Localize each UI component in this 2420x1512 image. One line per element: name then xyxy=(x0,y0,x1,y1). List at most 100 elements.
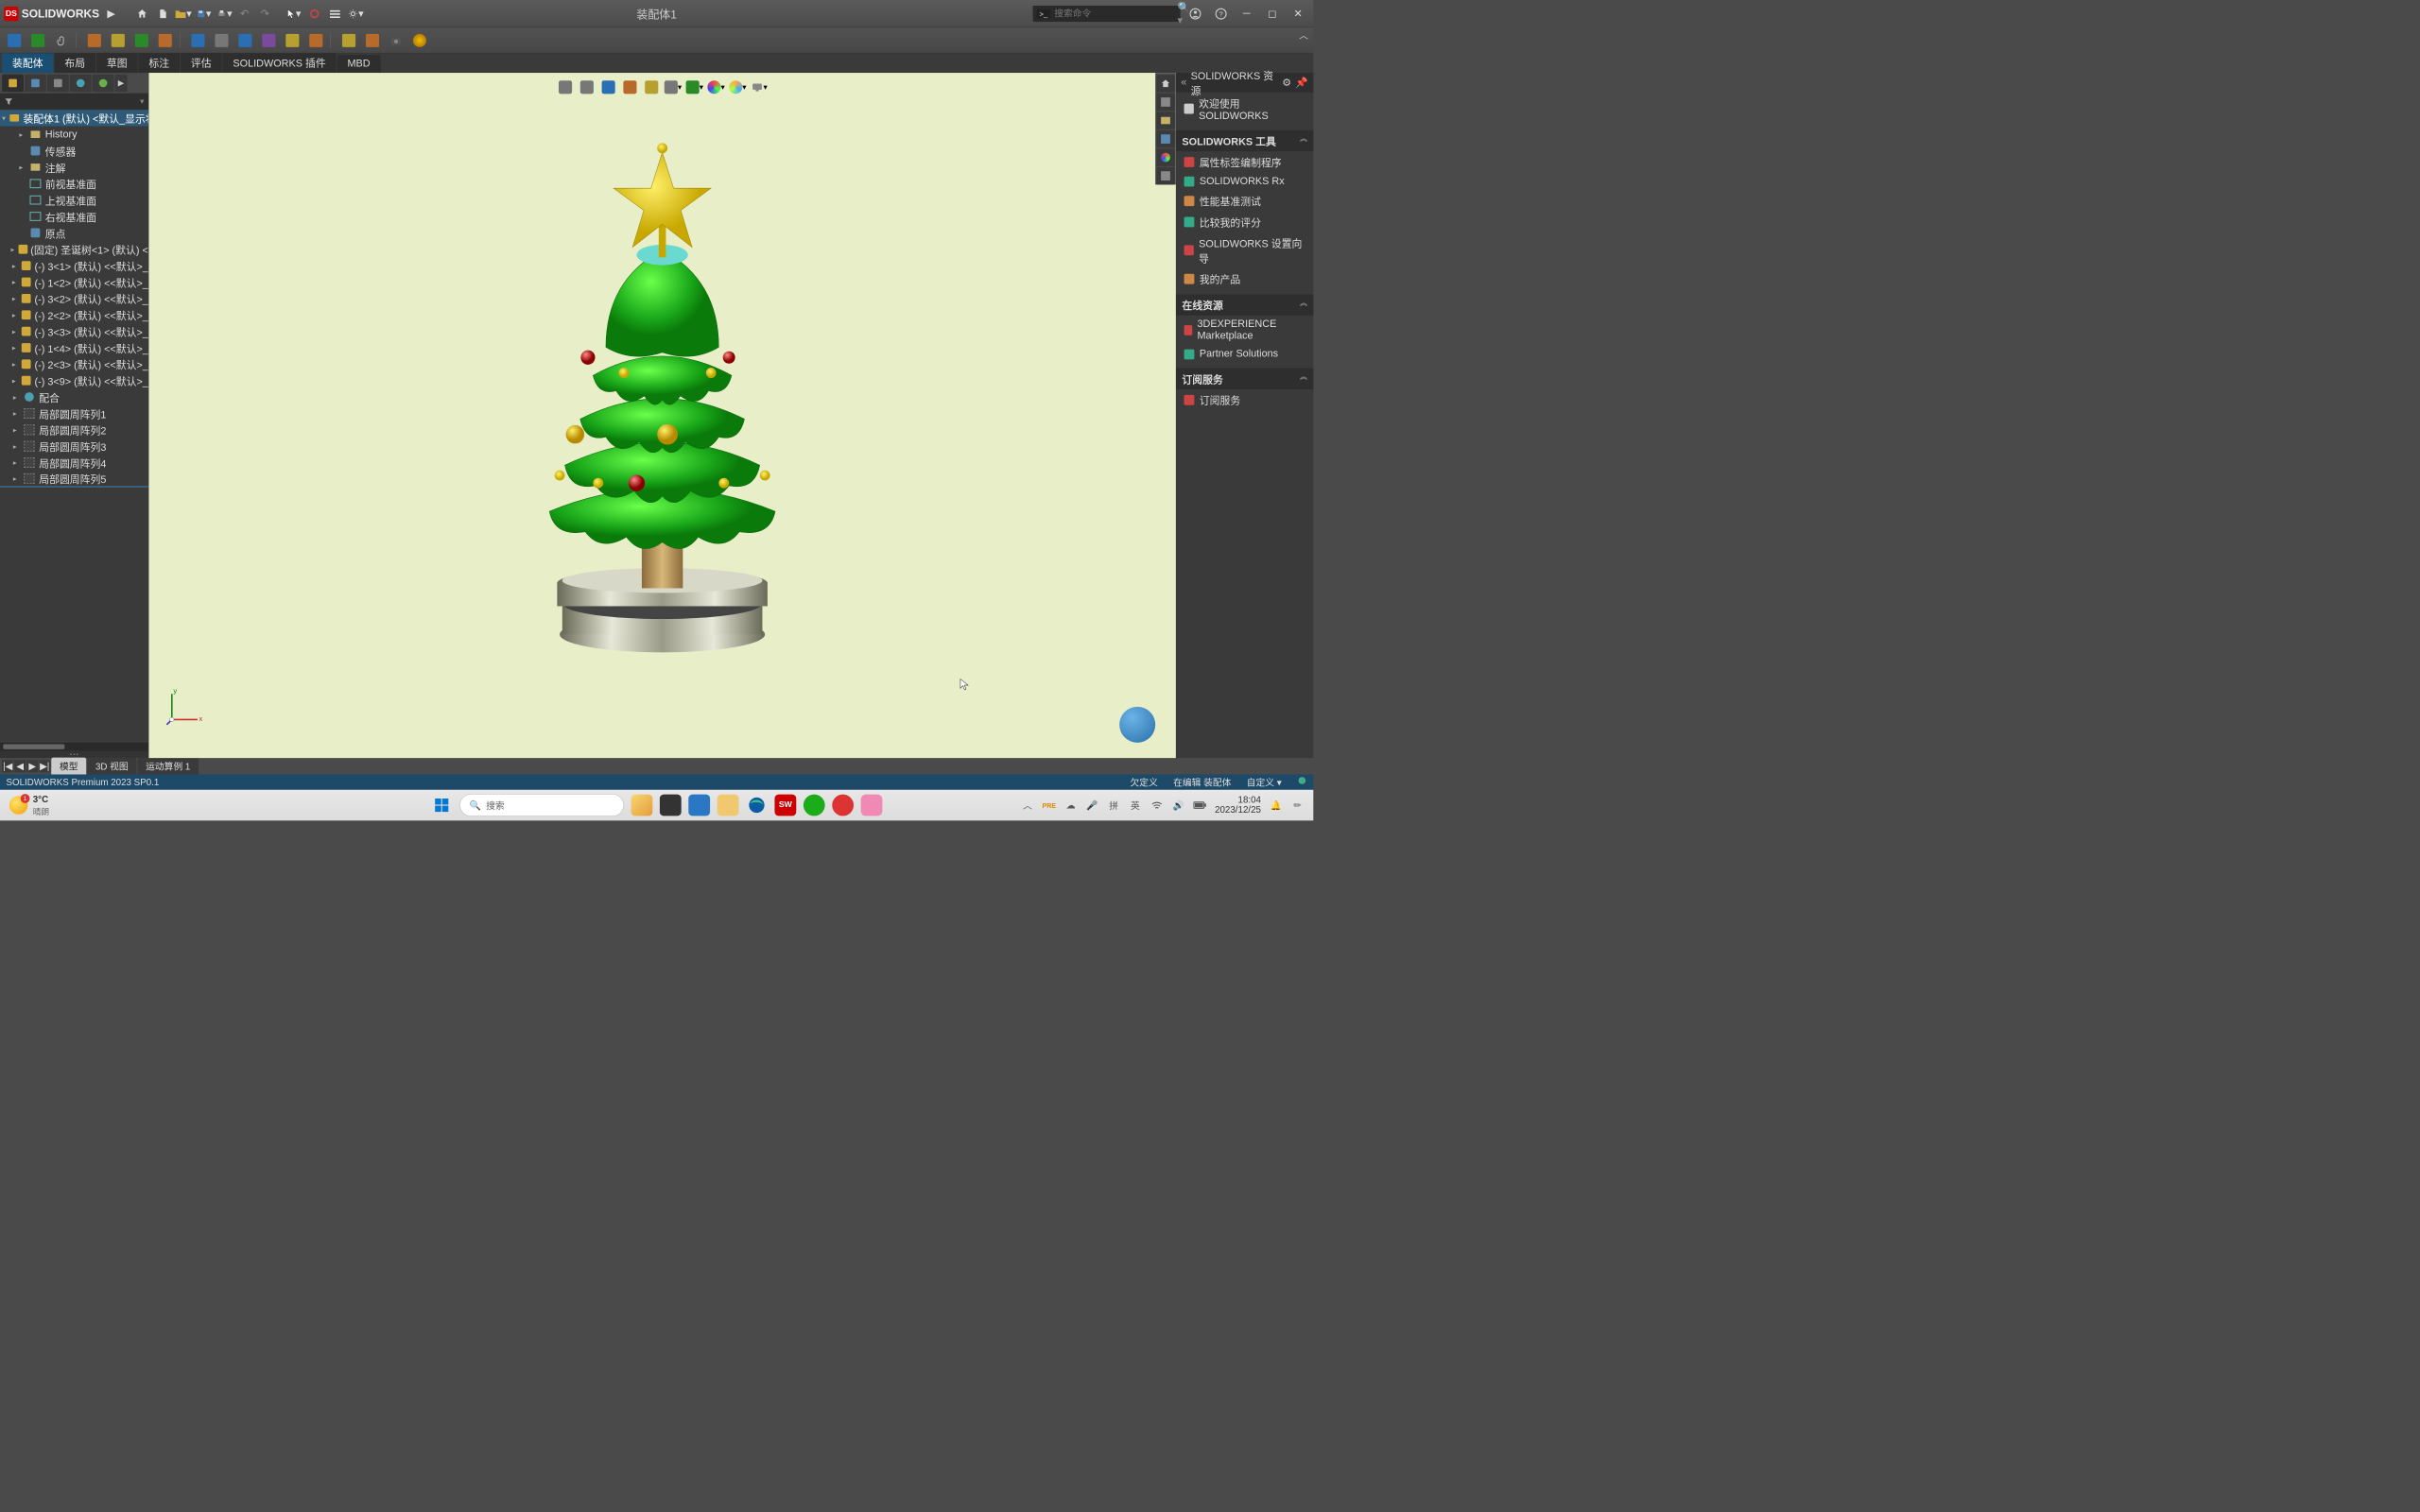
display-style-icon[interactable]: ▾ xyxy=(664,77,683,96)
tree-node[interactable]: ▸History xyxy=(0,127,148,143)
tree-node[interactable]: ▸注解 xyxy=(0,159,148,175)
bottom-tab-nav[interactable]: ▶| xyxy=(39,760,50,772)
taskpane-item[interactable]: 我的产品 xyxy=(1176,268,1313,289)
tree-node[interactable]: ▸(-) 3<9> (默认) <<默认>_ xyxy=(0,372,148,388)
ribbon-tab-1[interactable]: 布局 xyxy=(55,52,95,73)
taskpane-section-header[interactable]: 订阅服务︽ xyxy=(1176,369,1313,389)
tp-tab-view-palette[interactable] xyxy=(1156,130,1175,147)
taskpane-item[interactable]: 性能基准测试 xyxy=(1176,190,1313,211)
tray-ime-type[interactable]: 拼 xyxy=(1107,799,1120,812)
taskbar-app-pink[interactable] xyxy=(861,795,883,816)
collapse-ribbon-icon[interactable]: ︿ xyxy=(1299,28,1308,42)
options-list-icon[interactable] xyxy=(326,5,343,22)
bottom-tab-nav[interactable]: |◀ xyxy=(2,760,13,772)
play-icon[interactable]: ▶ xyxy=(102,5,119,22)
tool-interference[interactable] xyxy=(339,31,358,50)
print-icon[interactable]: ▾ xyxy=(216,5,233,22)
command-search[interactable]: >_ 🔍▾ xyxy=(1032,5,1181,22)
tray-onedrive-icon[interactable]: ☁ xyxy=(1064,799,1078,812)
tree-node[interactable]: 传感器 xyxy=(0,143,148,159)
tree-node[interactable]: ▸(-) 1<2> (默认) <<默认>_ xyxy=(0,274,148,290)
ribbon-tab-3[interactable]: 标注 xyxy=(139,52,180,73)
fm-tab-more[interactable]: ▶ xyxy=(115,75,128,92)
tree-root[interactable]: ▾ 装配体1 (默认) <默认_显示状态 xyxy=(0,110,148,126)
bottom-tab-nav[interactable]: ◀ xyxy=(14,760,26,772)
taskpane-item[interactable]: SOLIDWORKS Rx xyxy=(1176,172,1313,190)
tool-exploded-view[interactable] xyxy=(284,31,302,50)
maximize-button[interactable]: ◻ xyxy=(1261,5,1284,22)
tree-node[interactable]: ▸局部圆周阵列2 xyxy=(0,421,148,438)
save-icon[interactable]: ▾ xyxy=(195,5,212,22)
tp-tab-file-explorer[interactable] xyxy=(1156,112,1175,129)
undo-icon[interactable]: ↶ xyxy=(235,5,252,22)
bottom-tab[interactable]: 模型 xyxy=(51,758,86,775)
tree-node[interactable]: 右视基准面 xyxy=(0,208,148,224)
tray-volume-icon[interactable]: 🔊 xyxy=(1171,799,1184,812)
windows-search-box[interactable]: 🔍 搜索 xyxy=(459,794,624,816)
taskbar-solidworks[interactable]: SW xyxy=(774,795,796,816)
ribbon-tab-2[interactable]: 草图 xyxy=(96,52,137,73)
tool-show-hidden[interactable] xyxy=(156,31,175,50)
command-search-input[interactable] xyxy=(1054,9,1173,19)
taskpane-gear-icon[interactable]: ⚙ xyxy=(1282,77,1291,90)
taskbar-app-1[interactable] xyxy=(631,795,653,816)
apply-scene-icon[interactable]: ▾ xyxy=(729,77,748,96)
fm-tab-display[interactable] xyxy=(93,75,114,92)
new-document-icon[interactable] xyxy=(154,5,171,22)
help-icon[interactable]: ? xyxy=(1210,5,1233,22)
tool-assembly-features[interactable] xyxy=(189,31,208,50)
tree-node[interactable]: ▸(-) 1<4> (默认) <<默认>_ xyxy=(0,339,148,355)
ribbon-tab-5[interactable]: SOLIDWORKS 插件 xyxy=(223,52,337,73)
tray-clock[interactable]: 18:04 2023/12/25 xyxy=(1215,795,1261,815)
fm-tab-property[interactable] xyxy=(25,75,46,92)
user-account-icon[interactable] xyxy=(1184,5,1207,22)
view-rotation-gizmo[interactable] xyxy=(1119,707,1155,743)
fm-tab-tree[interactable] xyxy=(2,75,24,92)
tool-new-motion[interactable] xyxy=(236,31,255,50)
tree-node[interactable]: ▸局部圆周阵列3 xyxy=(0,438,148,454)
edit-appearance-icon[interactable]: ▾ xyxy=(707,77,726,96)
redo-icon[interactable]: ↷ xyxy=(256,5,273,22)
tray-battery-icon[interactable] xyxy=(1193,799,1206,812)
settings-gear-icon[interactable]: ▾ xyxy=(347,5,364,22)
tree-node[interactable]: ▸(-) 3<1> (默认) <<默认>_ xyxy=(0,257,148,273)
tool-snapshot[interactable] xyxy=(387,31,406,50)
fm-filter-bar[interactable]: ▾ xyxy=(0,94,148,110)
taskbar-weather-widget[interactable]: 1 3°C 晴朗 xyxy=(9,794,49,816)
tool-bom[interactable] xyxy=(260,31,279,50)
tree-node[interactable]: ▸(-) 3<3> (默认) <<默认>_ xyxy=(0,323,148,339)
taskpane-item[interactable]: 3DEXPERIENCE Marketplace xyxy=(1176,316,1313,345)
tree-node[interactable]: ▸配合 xyxy=(0,388,148,404)
rebuild-icon[interactable] xyxy=(305,5,322,22)
tool-reference-geom[interactable] xyxy=(213,31,232,50)
fm-tab-config[interactable] xyxy=(47,75,69,92)
status-segment[interactable]: 在编辑 装配体 xyxy=(1173,776,1231,789)
status-segment[interactable]: 欠定义 xyxy=(1131,776,1158,789)
fm-tab-dim[interactable] xyxy=(70,75,92,92)
windows-start-button[interactable] xyxy=(431,795,453,816)
taskbar-app-2[interactable] xyxy=(660,795,682,816)
taskbar-app-3[interactable] xyxy=(688,795,710,816)
tray-stylus-icon[interactable]: ✏ xyxy=(1290,799,1304,812)
tree-node[interactable]: 前视基准面 xyxy=(0,176,148,192)
tree-node[interactable]: 原点 xyxy=(0,225,148,241)
tray-chevron-up-icon[interactable]: ︿ xyxy=(1021,799,1034,812)
taskpane-welcome[interactable]: 欢迎使用 SOLIDWORKS xyxy=(1176,93,1313,126)
taskpane-section-header[interactable]: 在线资源︽ xyxy=(1176,295,1313,316)
tree-node[interactable]: ▸局部圆周阵列4 xyxy=(0,455,148,471)
orientation-triad[interactable]: y x xyxy=(164,686,205,727)
tray-mic-icon[interactable]: 🎤 xyxy=(1085,799,1098,812)
view-settings-icon[interactable]: ▾ xyxy=(750,77,769,96)
taskpane-item[interactable]: 比较我的评分 xyxy=(1176,212,1313,232)
view-orientation-icon[interactable] xyxy=(642,77,661,96)
tree-node[interactable]: 上视基准面 xyxy=(0,192,148,208)
tp-tab-home[interactable] xyxy=(1156,75,1175,92)
tp-tab-design-lib[interactable] xyxy=(1156,94,1175,111)
zoom-area-icon[interactable] xyxy=(578,77,596,96)
previous-view-icon[interactable] xyxy=(599,77,618,96)
taskpane-pin-icon[interactable]: 📌 xyxy=(1295,77,1308,90)
ribbon-tab-4[interactable]: 评估 xyxy=(181,52,221,73)
taskbar-app-red[interactable] xyxy=(832,795,854,816)
bottom-tab[interactable]: 运动算例 1 xyxy=(137,758,199,775)
tree-node[interactable]: ▸局部圆周阵列1 xyxy=(0,405,148,421)
